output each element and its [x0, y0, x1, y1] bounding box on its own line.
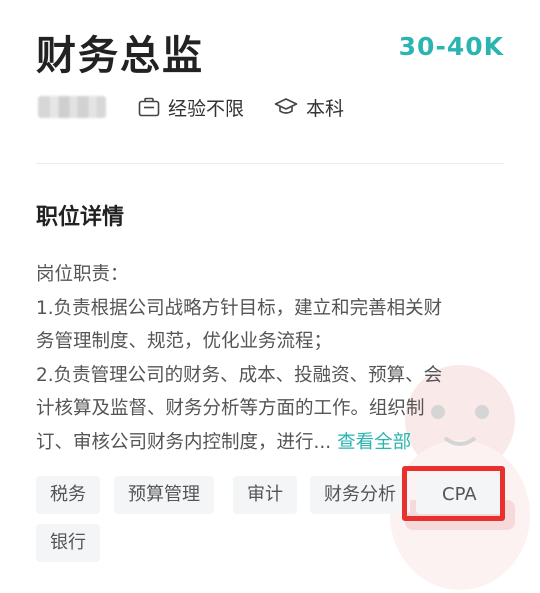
divider [36, 163, 504, 164]
education-label: 本科 [306, 97, 345, 120]
description-line: 务管理制度、规范，优化业务流程； [36, 331, 333, 352]
experience-info: 经验不限 [138, 94, 244, 121]
tag-audit[interactable]: 审计 [233, 476, 297, 514]
job-meta-row: 经验不限 本科 [38, 92, 374, 122]
description-line-text: 订、审核公司财务内控制度，进行... [36, 431, 332, 453]
job-detail-page: 财务总监 30-40K 经验不限 本科 职位详情 岗位职责： 1.负责根据公司战… [0, 0, 540, 593]
graduation-cap-icon [274, 98, 298, 114]
salary-range: 30-40K [398, 32, 504, 61]
briefcase-icon [138, 97, 160, 117]
tag-bank[interactable]: 银行 [36, 524, 100, 562]
education-info: 本科 [274, 94, 344, 121]
section-title-job-details: 职位详情 [36, 205, 125, 230]
description-line-last: 订、审核公司财务内控制度，进行... 查看全部 [36, 426, 506, 460]
cpa-highlight-box [402, 466, 505, 521]
description-line: 计核算及监督、财务分析等方面的工作。组织制 [36, 398, 425, 419]
job-title: 财务总监 [36, 33, 204, 79]
location-blurred [38, 96, 106, 118]
description-line: 岗位职责： [36, 264, 129, 285]
tag-budget-management[interactable]: 预算管理 [114, 476, 214, 514]
description-line: 2.负责管理公司的财务、成本、投融资、预算、会 [36, 364, 443, 386]
description-line: 1.负责根据公司战略方针目标，建立和完善相关财 [36, 297, 443, 319]
job-description: 岗位职责： 1.负责根据公司战略方针目标，建立和完善相关财 务管理制度、规范，优… [36, 258, 506, 459]
experience-label: 经验不限 [168, 97, 245, 120]
see-all-link[interactable]: 查看全部 [337, 432, 411, 453]
tag-financial-analysis[interactable]: 财务分析 [310, 476, 410, 514]
tag-tax[interactable]: 税务 [36, 476, 100, 514]
